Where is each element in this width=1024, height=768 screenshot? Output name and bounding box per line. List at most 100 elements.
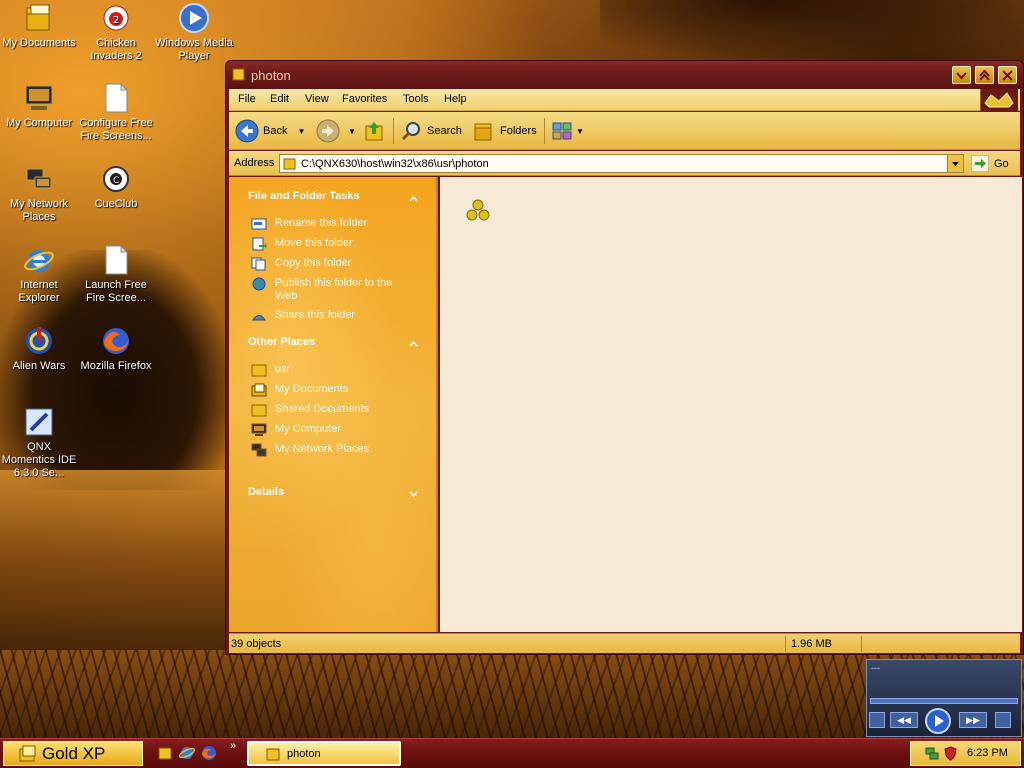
menu-file[interactable]: File — [238, 93, 256, 105]
task-rename-folder[interactable]: Rename this folder — [251, 217, 367, 231]
quicklaunch-folder-icon[interactable] — [157, 745, 173, 761]
collapse-chevron-icon[interactable] — [409, 194, 418, 203]
desktop-icon-label: My Computer — [5, 117, 73, 129]
place-usr[interactable]: usr — [251, 363, 290, 377]
qnx-momentics-icon — [25, 408, 53, 436]
expand-chevron-icon[interactable] — [409, 489, 418, 498]
desktop-icon-internet-explorer[interactable]: Internet Explorer — [0, 244, 78, 305]
up-folder-icon — [365, 122, 383, 141]
chicken-invaders-icon: 2 — [103, 5, 129, 31]
firefox-icon — [103, 328, 129, 354]
desktop-icon-qnx-momentics[interactable]: QNX Momentics IDE 6.3.0 Se... — [0, 406, 78, 480]
other-places-header[interactable]: Other Places — [248, 336, 315, 348]
menu-help[interactable]: Help — [444, 93, 467, 105]
previous-button[interactable]: ◀◀ — [890, 712, 918, 728]
desktop-icon-windows-media-player[interactable]: Windows Media Player — [155, 2, 233, 63]
menu-view[interactable]: View — [305, 93, 329, 105]
place-my-documents[interactable]: My Documents — [251, 383, 348, 397]
my-computer-icon — [251, 423, 267, 436]
place-label: My Network Places — [275, 443, 370, 455]
up-folder-button[interactable] — [363, 118, 385, 144]
svg-text:C: C — [113, 176, 119, 186]
file-folder-tasks-header[interactable]: File and Folder Tasks — [248, 190, 360, 202]
stop-button[interactable] — [869, 712, 885, 728]
task-pane: File and Folder Tasks Rename this folder… — [229, 177, 438, 632]
desktop-icon-my-network-places[interactable]: My Network Places — [0, 163, 78, 224]
task-share-folder[interactable]: Share this folder — [251, 309, 355, 323]
desktop-icon-my-documents[interactable]: My Documents — [0, 2, 78, 50]
next-button[interactable]: ▶▶ — [959, 712, 987, 728]
desktop-icon-alien-wars[interactable]: Alien Wars — [0, 325, 78, 373]
folder-icon — [251, 364, 267, 377]
details-header[interactable]: Details — [248, 486, 284, 498]
desktop-icon-configure-free-fire[interactable]: Configure Free Fire Screens... — [77, 82, 155, 143]
search-button[interactable]: Search — [400, 118, 462, 144]
folder-icon — [283, 158, 296, 170]
menu-bar: File Edit View Favorites Tools Help — [229, 89, 1020, 111]
toolbar-separator — [393, 118, 394, 144]
task-label: Publish this folder to the Web — [275, 277, 393, 302]
address-dropdown-button[interactable] — [947, 155, 963, 172]
minimize-button[interactable] — [952, 66, 971, 84]
quicklaunch-firefox-icon[interactable] — [201, 745, 217, 761]
folders-label: Folders — [500, 125, 537, 137]
collapse-chevron-icon[interactable] — [409, 339, 418, 348]
security-shield-icon[interactable] — [944, 746, 957, 761]
seek-bar[interactable] — [870, 698, 1018, 704]
clock[interactable]: 6:23 PM — [967, 747, 1008, 759]
go-button[interactable]: Go — [971, 154, 1009, 173]
folders-button[interactable]: Folders — [472, 118, 537, 144]
start-button[interactable]: Gold XP — [3, 741, 143, 766]
close-button[interactable] — [998, 66, 1017, 84]
place-label: Shared Documents — [275, 403, 370, 415]
views-button[interactable]: ▼ — [551, 118, 584, 144]
taskbar-window-photon[interactable]: photon — [247, 741, 401, 766]
status-divider — [785, 636, 786, 652]
back-button[interactable]: Back ▼ — [235, 118, 305, 144]
quicklaunch-more-chevron[interactable]: » — [230, 740, 236, 752]
chevron-down-icon — [952, 162, 959, 166]
copy-icon — [251, 257, 266, 271]
play-button[interactable] — [925, 708, 951, 734]
forward-arrow-icon — [316, 119, 340, 143]
place-label: usr — [275, 363, 291, 375]
quicklaunch-ie-icon[interactable] — [179, 745, 195, 761]
windows-logo-icon — [980, 89, 1018, 111]
desktop-icon-launch-free-fire[interactable]: Launch Free Fire Scree... — [77, 244, 155, 305]
network-tray-icon[interactable] — [925, 746, 939, 761]
folder-content-area[interactable] — [440, 177, 1022, 632]
status-divider — [861, 636, 862, 652]
title-bar[interactable]: photon — [226, 61, 1023, 89]
desktop-icon-cueclub[interactable]: C CueClub — [77, 163, 155, 211]
network-places-icon — [251, 443, 267, 457]
menu-edit[interactable]: Edit — [270, 93, 289, 105]
task-publish-web[interactable]: Publish this folder to the Web — [251, 277, 411, 303]
desktop-icon-mozilla-firefox[interactable]: Mozilla Firefox — [77, 325, 155, 373]
task-label: Move this folder — [275, 237, 353, 249]
menu-favorites[interactable]: Favorites — [342, 93, 387, 105]
back-dropdown-icon[interactable]: ▼ — [297, 127, 305, 136]
menu-tools[interactable]: Tools — [403, 93, 429, 105]
cueclub-icon: C — [103, 166, 129, 192]
eject-button[interactable] — [995, 712, 1011, 728]
forward-dropdown-icon[interactable]: ▼ — [348, 127, 356, 136]
task-label: Share this folder — [275, 309, 356, 321]
go-label: Go — [994, 157, 1009, 170]
task-copy-folder[interactable]: Copy this folder — [251, 257, 351, 271]
folder-icon — [266, 748, 280, 761]
address-input[interactable]: C:\QNX630\host\win32\x86\usr\photon — [279, 154, 964, 173]
folder-icon — [251, 404, 267, 417]
desktop-icon-chicken-invaders[interactable]: 2 Chicken Invaders 2 — [77, 2, 155, 63]
desktop-icon-label: Mozilla Firefox — [80, 360, 152, 372]
desktop-icon-my-computer[interactable]: My Computer — [0, 82, 78, 130]
place-my-network-places[interactable]: My Network Places — [251, 443, 369, 457]
place-shared-documents[interactable]: Shared Documents — [251, 403, 369, 417]
task-label: Copy this folder — [275, 257, 352, 269]
task-move-folder[interactable]: Move this folder — [251, 237, 353, 251]
address-value: C:\QNX630\host\win32\x86\usr\photon — [301, 158, 489, 170]
maximize-button[interactable] — [975, 66, 994, 84]
views-dropdown-icon: ▼ — [576, 126, 584, 136]
forward-button[interactable]: ▼ — [316, 118, 356, 144]
place-my-computer[interactable]: My Computer — [251, 423, 341, 437]
wallpaper-lake — [0, 470, 230, 650]
